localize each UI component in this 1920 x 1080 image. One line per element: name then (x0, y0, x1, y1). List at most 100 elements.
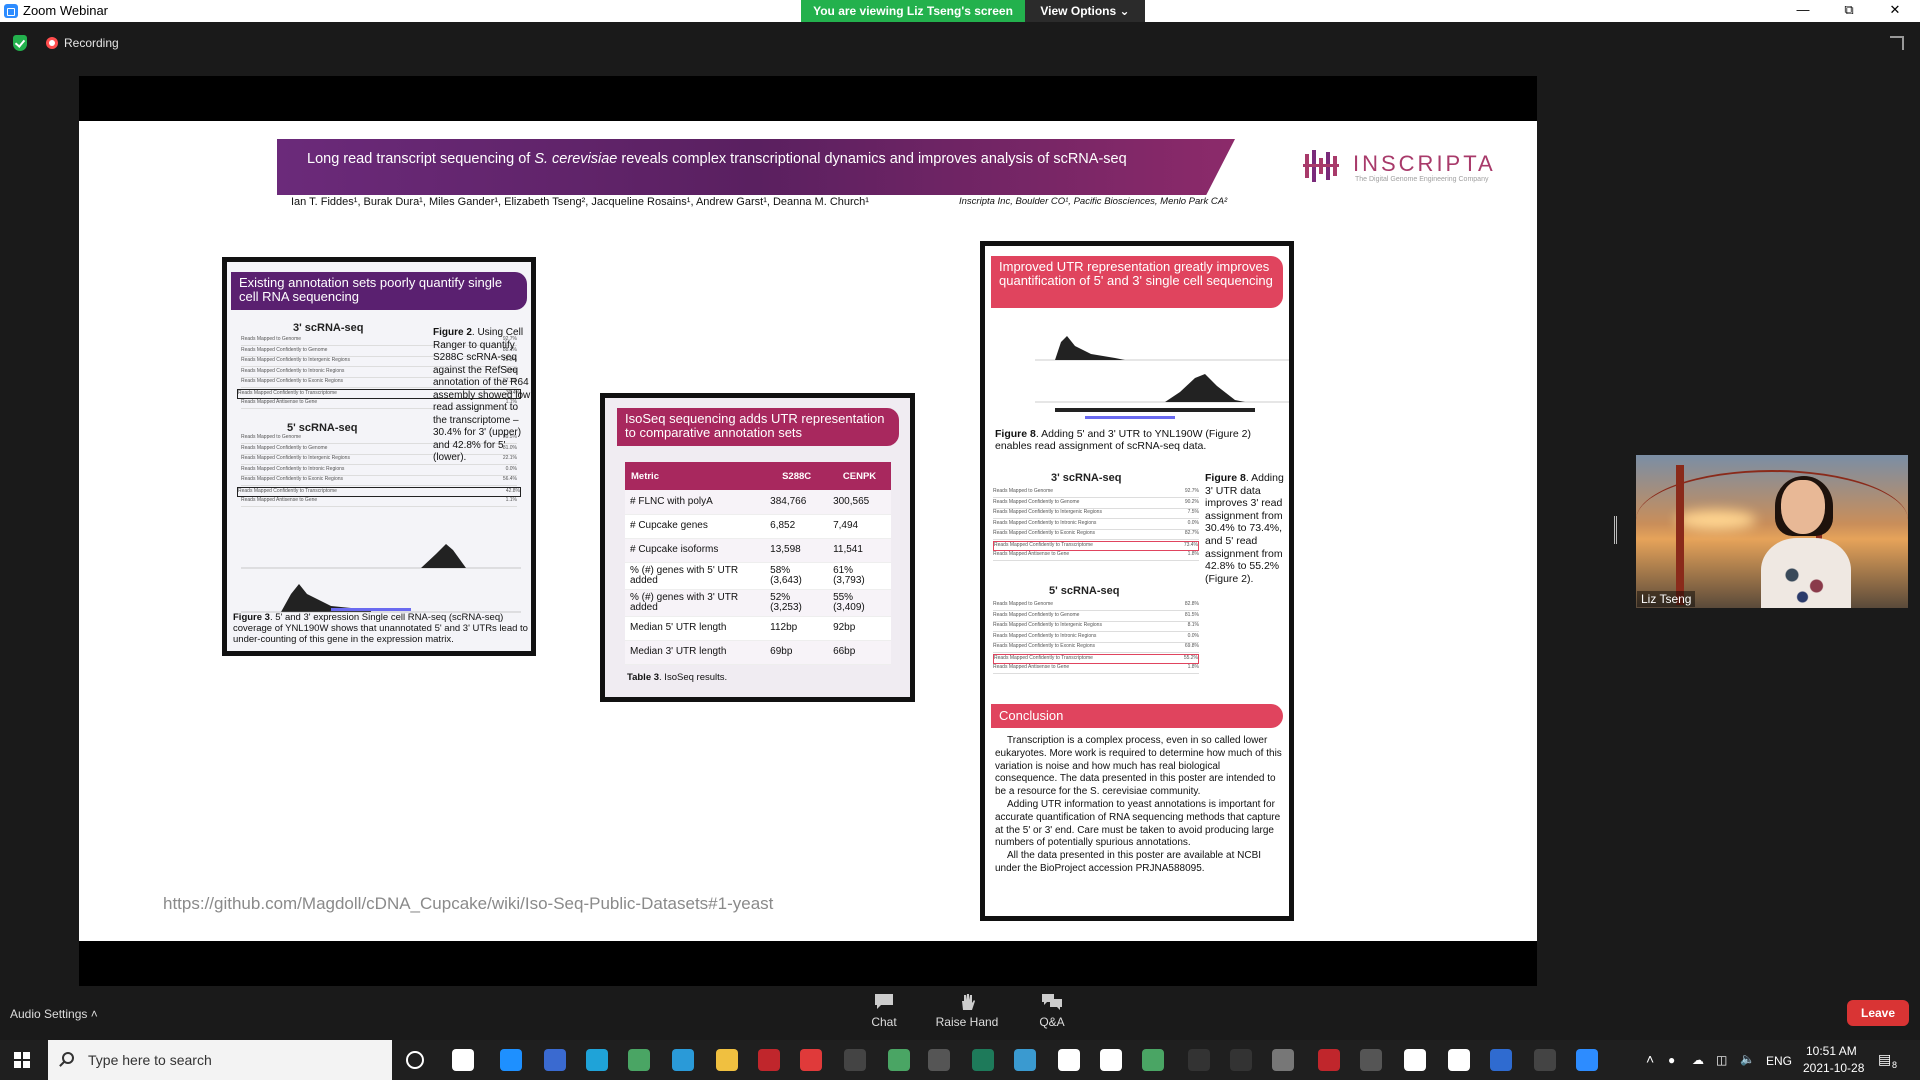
metric-label: Reads Mapped Confidently to Genome (241, 346, 328, 353)
notifications-icon[interactable]: ▤ (1878, 1051, 1891, 1068)
coverage-plot (241, 544, 521, 613)
app-icon[interactable] (972, 1049, 994, 1071)
zoom-taskbar-icon[interactable] (1576, 1049, 1598, 1071)
view-options-button[interactable]: View Options ⌄ (1025, 0, 1145, 22)
app-icon[interactable] (1272, 1049, 1294, 1071)
word-icon[interactable] (1058, 1049, 1080, 1071)
tray-wifi-icon[interactable]: ◫ (1716, 1053, 1727, 1067)
tray-onedrive-icon[interactable]: ☁ (1692, 1053, 1704, 1067)
cortana-icon[interactable] (406, 1051, 424, 1069)
app-icon[interactable] (928, 1049, 950, 1071)
app-icon[interactable] (844, 1049, 866, 1071)
volume-icon[interactable]: 🔈 (1740, 1052, 1755, 1066)
panel-resize-handle[interactable] (1614, 516, 1617, 544)
calendar-app-icon[interactable] (544, 1049, 566, 1071)
metric-label: Reads Mapped Confidently to Intergenic R… (241, 455, 350, 461)
screen-share-banner: You are viewing Liz Tseng's screen (801, 0, 1025, 22)
github-icon[interactable] (1360, 1049, 1382, 1071)
tray-overflow-icon[interactable]: ˄ (1646, 1051, 1654, 1067)
clock-date[interactable]: 2021-10-28 (1803, 1061, 1864, 1075)
metric-value: 8.1% (1187, 622, 1199, 628)
metric-row: Reads Mapped Confidently to Transcriptom… (237, 486, 521, 497)
minimize-button[interactable]: — (1780, 0, 1826, 22)
app-icon[interactable] (1100, 1049, 1122, 1071)
task-view-icon[interactable] (452, 1049, 474, 1071)
metric-row: Reads Mapped Confidently to Exonic Regio… (993, 530, 1199, 540)
clock-time[interactable]: 10:51 AM (1806, 1044, 1857, 1058)
raise-hand-label: Raise Hand (935, 1015, 999, 1029)
chat-button[interactable]: Chat (849, 993, 919, 1035)
app-icon[interactable] (1318, 1049, 1340, 1071)
app-icon[interactable] (1448, 1049, 1470, 1071)
leave-button[interactable]: Leave (1847, 1000, 1909, 1026)
metric-value: 82.8% (1184, 601, 1199, 607)
table-cell: # Cupcake isoforms (625, 538, 766, 563)
app-icon[interactable] (1014, 1049, 1036, 1071)
app-icon[interactable] (1534, 1049, 1556, 1071)
metric-label: Reads Mapped Confidently to Transcriptom… (994, 654, 1093, 661)
table-cell: 300,565 (828, 490, 891, 515)
recording-label: Recording (64, 36, 119, 50)
raise-hand-button[interactable]: Raise Hand (932, 993, 1002, 1035)
metric-label: Reads Mapped Confidently to Intronic Reg… (241, 367, 345, 374)
metric-label: Reads Mapped Confidently to Genome (241, 444, 328, 451)
metric-row: Reads Mapped Antisense to Gene 1.1% (241, 497, 517, 507)
metric-row: Reads Mapped Confidently to Exonic Regio… (241, 476, 517, 486)
app-icon[interactable] (1188, 1049, 1210, 1071)
metric-label: Reads Mapped Antisense to Gene (241, 497, 318, 503)
app-icon[interactable] (1230, 1049, 1252, 1071)
audio-settings-button[interactable]: Audio Settings ˄ (10, 1007, 98, 1021)
inscripta-logo-tagline: The Digital Genome Engineering Company (1355, 176, 1489, 183)
metric-label: Reads Mapped Confidently to Exonic Regio… (241, 476, 344, 482)
app-icon[interactable] (1404, 1049, 1426, 1071)
table-cell: 384,766 (765, 490, 829, 515)
metric-row: Reads Mapped Confidently to Intronic Reg… (993, 520, 1199, 530)
table-header: Metric (625, 462, 766, 490)
poster-panel-utr: Improved UTR representation greatly impr… (980, 241, 1294, 921)
metric-value: 56.4% (502, 476, 517, 482)
metric-label: Reads Mapped Antisense to Gene (241, 399, 318, 405)
recording-icon (46, 37, 58, 49)
language-indicator[interactable]: ENG (1766, 1054, 1792, 1068)
metric-label: Reads Mapped Confidently to Genome (993, 498, 1080, 505)
app-icon[interactable] (1142, 1049, 1164, 1071)
metric-label: Reads Mapped Confidently to Transcriptom… (994, 541, 1093, 548)
close-window-button[interactable]: ✕ (1872, 0, 1918, 22)
security-shield-icon[interactable] (13, 35, 27, 51)
view-options-label: View Options (1040, 4, 1117, 18)
panel-heading: Improved UTR representation greatly impr… (991, 256, 1283, 308)
r-app-icon[interactable] (1490, 1049, 1512, 1071)
tray-network-icon[interactable]: ● (1668, 1053, 1675, 1067)
table-cell: 13,598 (765, 538, 829, 563)
poster-title: Long read transcript sequencing of S. ce… (307, 151, 1127, 167)
qa-button[interactable]: Q&A (1017, 993, 1087, 1035)
table-cell: % (#) genes with 5' UTR added (625, 562, 766, 590)
poster-panel-isoseq: IsoSeq sequencing adds UTR representatio… (600, 393, 915, 702)
table-cell: 92bp (828, 616, 891, 641)
app-icon[interactable] (800, 1049, 822, 1071)
metric-row: Reads Mapped to Genome 82.8% (993, 601, 1199, 611)
file-explorer-icon[interactable] (716, 1049, 738, 1071)
metric-value: 82.7% (1184, 530, 1199, 536)
participant-video[interactable] (1636, 455, 1908, 608)
taskbar-search-box[interactable]: Type here to search (48, 1040, 392, 1080)
fullscreen-icon[interactable] (1890, 36, 1904, 50)
audio-settings-label: Audio Settings (10, 1007, 88, 1021)
metric-value: 0.0% (505, 465, 517, 472)
table-cell: 66bp (828, 640, 891, 665)
edge-legacy-icon[interactable] (500, 1049, 522, 1071)
participant-name: Liz Tseng (1637, 591, 1696, 607)
table-cell: 112bp (765, 616, 829, 641)
browser-icon[interactable] (672, 1049, 694, 1071)
chrome-app-icon[interactable] (628, 1049, 650, 1071)
metric-label: Reads Mapped Confidently to Genome (993, 611, 1080, 618)
chat-label: Chat (871, 1015, 897, 1029)
dataset-url: https://github.com/Magdoll/cDNA_Cupcake/… (163, 894, 774, 913)
edge-icon[interactable] (586, 1049, 608, 1071)
metric-value: 69.8% (1184, 643, 1199, 649)
app-icon[interactable] (888, 1049, 910, 1071)
restore-button[interactable]: ⧉ (1826, 0, 1872, 22)
acrobat-icon[interactable] (758, 1049, 780, 1071)
windows-start-icon[interactable] (14, 1052, 30, 1068)
inscripta-logo-icon (1303, 150, 1339, 182)
